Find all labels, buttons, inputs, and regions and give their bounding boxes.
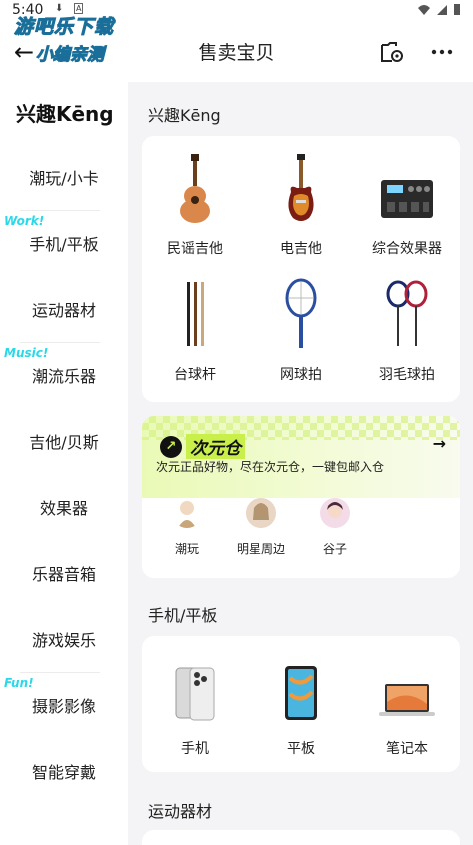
shop-settings-icon (381, 42, 403, 62)
billiard-cue-icon (187, 282, 204, 346)
celebrity-photo-icon (246, 498, 276, 528)
sports-card (142, 830, 460, 845)
promo-item-label: 谷子 (322, 542, 347, 556)
section-title: 手机/平板 (148, 606, 218, 625)
shop-settings-button[interactable] (376, 36, 408, 68)
goods-photo-icon (320, 498, 350, 528)
header: ← 售卖宝贝 游吧乐下载 小编亲测 (0, 16, 473, 82)
signal-icon (437, 4, 447, 15)
grid-item-label: 手机 (181, 741, 209, 757)
sidebar-item-phone-tablet[interactable]: 手机/平板 (0, 210, 128, 276)
section-title: 兴趣Kēng (148, 106, 221, 125)
category-list: 潮玩/小卡 Work! 手机/平板 运动器材 Music! 潮流乐器 吉他/贝斯… (0, 144, 128, 845)
category-sidebar: 兴趣Kēng 潮玩/小卡 Work! 手机/平板 运动器材 Music! 潮流乐… (0, 82, 128, 845)
sidebar-item-label: 游戏娱乐 (31, 631, 96, 650)
interest-card: 民谣吉他 电吉他 综合效果器 台球杆 网球拍 羽毛球拍 (142, 136, 460, 402)
status-bar: 5:40 ⬇ A (0, 0, 473, 22)
wifi-icon (418, 4, 430, 15)
grid-item-tennis-racket[interactable]: 网球拍 (248, 274, 354, 384)
promo-item-goods[interactable]: 谷子 (300, 498, 370, 557)
sidebar-item-gaming[interactable]: 游戏娱乐 (0, 606, 128, 672)
status-right (417, 3, 461, 16)
promo-item-label: 明星周边 (236, 542, 285, 556)
grid-item-billiard-cue[interactable]: 台球杆 (142, 274, 248, 384)
grid-item-tablet[interactable]: 平板 (248, 648, 354, 758)
sidebar-item-label: 乐器音箱 (31, 565, 96, 584)
grid-item-label: 民谣吉他 (167, 241, 223, 257)
more-dots-icon (431, 49, 453, 55)
sidebar-item-label: 运动器材 (31, 301, 96, 320)
sidebar-logo: 兴趣Kēng (16, 102, 114, 126)
promo-item-celebrity[interactable]: 明星周边 (226, 498, 296, 557)
status-time: 5:40 (12, 2, 44, 18)
sidebar-item-label: 潮玩/小卡 (29, 169, 99, 188)
sidebar-item-label: 吉他/贝斯 (29, 433, 99, 452)
grid-item-label: 台球杆 (174, 367, 216, 383)
notification-icon: A (74, 3, 84, 14)
badminton-racket-icon (386, 280, 428, 346)
main-content: 兴趣Kēng 民谣吉他 电吉他 综合效果器 台球杆 网球拍 羽毛球拍 ↗ 次元仓… (128, 82, 473, 845)
laptop-icon (379, 684, 435, 716)
promo-logo: ↗ 次元仓 (160, 434, 245, 459)
phone-icon (175, 667, 215, 721)
sidebar-item-label: 智能穿戴 (31, 763, 96, 782)
grid-item-badminton-racket[interactable]: 羽毛球拍 (354, 274, 460, 384)
sidebar-item-label: 效果器 (39, 499, 88, 518)
sidebar-item-effects[interactable]: 效果器 (0, 474, 128, 540)
sidebar-item-photography[interactable]: 摄影影像 (0, 672, 128, 738)
promo-brand: 次元仓 (186, 434, 245, 459)
phone-tablet-card: 手机 平板 笔记本 (142, 636, 460, 772)
electric-guitar-icon (288, 154, 314, 221)
sidebar-item-wearables[interactable]: 智能穿戴 (0, 738, 128, 804)
acoustic-guitar-icon (180, 154, 210, 223)
grid-item-label: 羽毛球拍 (379, 367, 435, 383)
promo-badge-icon: ↗ (160, 435, 182, 458)
toy-figure-icon (172, 498, 202, 528)
grid-item-label: 电吉他 (280, 241, 322, 257)
battery-icon (454, 4, 460, 15)
sidebar-item-instruments[interactable]: 潮流乐器 (0, 342, 128, 408)
promo-description: 次元正品好物，尽在次元仓，一键包邮入仓 (156, 460, 385, 474)
grid-item-acoustic-guitar[interactable]: 民谣吉他 (142, 148, 248, 258)
sidebar-item-sports[interactable]: 运动器材 (0, 276, 128, 342)
effects-pedal-icon (381, 180, 433, 218)
sidebar-item-trendy-toys[interactable]: 潮玩/小卡 (0, 144, 128, 210)
grid-item-label: 网球拍 (280, 367, 322, 383)
sidebar-item-guitar-bass[interactable]: 吉他/贝斯 (0, 408, 128, 474)
promo-item-toys[interactable]: 潮玩 (152, 498, 222, 557)
tennis-racket-icon (285, 278, 317, 348)
section-title: 运动器材 (148, 802, 213, 821)
sidebar-item-label: 手机/平板 (29, 235, 99, 254)
more-button[interactable] (426, 36, 458, 68)
download-icon: ⬇ (55, 3, 64, 14)
grid-item-label: 综合效果器 (372, 241, 442, 257)
screen: 5:40 ⬇ A ← 售卖宝贝 游吧乐下载 小编亲测 兴趣Kēng 潮玩/小卡 … (0, 0, 473, 845)
sidebar-item-label: 潮流乐器 (31, 367, 96, 386)
tablet-icon (285, 666, 317, 720)
sidebar-item-amplifiers[interactable]: 乐器音箱 (0, 540, 128, 606)
promo-item-label: 潮玩 (174, 542, 199, 556)
grid-item-phone[interactable]: 手机 (142, 648, 248, 758)
promo-banner[interactable]: ↗ 次元仓 → 次元正品好物，尽在次元仓，一键包邮入仓 潮玩 明星周边 谷子 (142, 416, 460, 578)
grid-item-laptop[interactable]: 笔记本 (354, 648, 460, 758)
sidebar-item-label: 摄影影像 (31, 697, 96, 716)
grid-item-effects-pedal[interactable]: 综合效果器 (354, 148, 460, 258)
arrow-right-icon[interactable]: → (433, 434, 446, 453)
grid-item-electric-guitar[interactable]: 电吉他 (248, 148, 354, 258)
grid-item-label: 平板 (287, 741, 315, 757)
grid-item-label: 笔记本 (386, 741, 428, 757)
